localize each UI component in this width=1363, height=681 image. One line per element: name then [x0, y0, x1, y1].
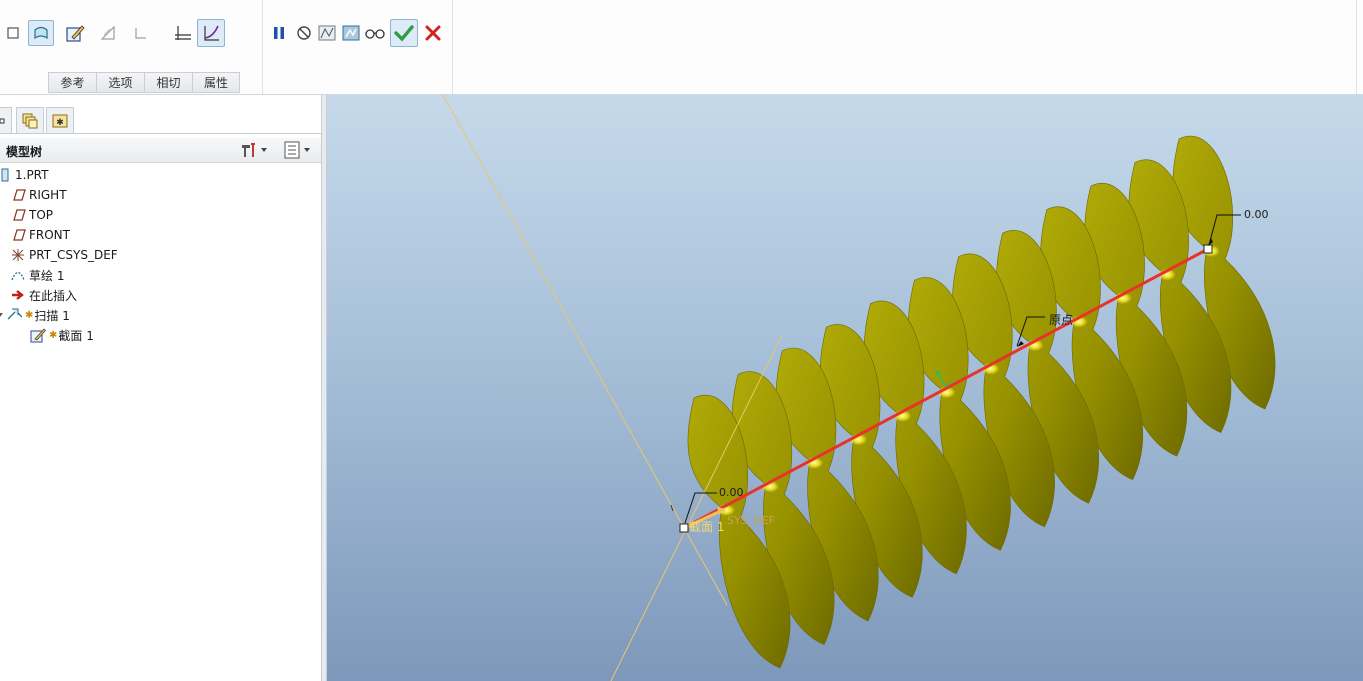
tree-view-button[interactable]	[283, 141, 313, 159]
favorites-icon: ✱	[52, 114, 68, 128]
verify-icon	[342, 25, 360, 41]
csys-label: SYS_DEF	[727, 514, 775, 527]
tree-item-part[interactable]: 1.PRT	[0, 165, 48, 185]
tree-settings-button[interactable]	[240, 141, 268, 159]
start-dimension-value[interactable]: 0.00	[719, 486, 744, 499]
tree-item-label: TOP	[29, 208, 54, 222]
tree-item-label: 草绘 1	[29, 268, 65, 283]
ribbon-group-controls	[262, 0, 453, 94]
ribbon: 参考 选项 相切 属性	[0, 0, 1363, 95]
preview-button[interactable]	[314, 20, 340, 46]
tab-favorites[interactable]: ✱	[46, 107, 74, 133]
no-preview-icon	[297, 26, 311, 40]
panel-title: 模型树	[6, 145, 43, 159]
section-label: 截面 1	[689, 520, 725, 534]
cancel-x-icon	[425, 25, 441, 41]
tree-item-label: FRONT	[29, 228, 70, 242]
variable-section-button[interactable]	[197, 19, 225, 47]
graphics-viewport[interactable]: 0.00 0.00 原点 截面 1 SYS_DEF	[327, 95, 1363, 681]
constant-section-icon	[175, 26, 191, 40]
cancel-button[interactable]	[420, 20, 446, 46]
pause-button[interactable]	[266, 20, 292, 46]
ribbon-divider	[1356, 0, 1357, 94]
datum-plane-icon	[10, 187, 26, 203]
new-feature-star-icon: ✱	[25, 309, 34, 321]
tree-item-label: RIGHT	[29, 188, 67, 202]
tree-item-label: 1.PRT	[15, 168, 49, 182]
tree-item-csys[interactable]: PRT_CSYS_DEF	[10, 245, 118, 265]
new-feature-star-icon: ✱	[49, 329, 58, 341]
sketch-icon	[66, 25, 85, 42]
tree-item-top[interactable]: TOP	[10, 205, 53, 225]
create-sketch-button[interactable]	[62, 20, 88, 46]
model-tree-header: 模型树	[0, 138, 322, 163]
tree-item-right[interactable]: RIGHT	[10, 185, 67, 205]
tree-item-front[interactable]: FRONT	[10, 225, 70, 245]
tree-tab-icon	[0, 118, 5, 123]
tree-item-label: PRT_CSYS_DEF	[29, 248, 118, 262]
tools-icon	[242, 143, 255, 157]
coordinate-system-icon	[10, 247, 26, 263]
preview-icon	[318, 25, 336, 41]
tab-tangency[interactable]: 相切	[144, 72, 192, 93]
solid-button[interactable]	[0, 20, 26, 46]
tree-item-sketch[interactable]: 草绘 1	[10, 265, 64, 285]
tree-item-label: 截面 1	[58, 328, 94, 343]
list-view-icon	[284, 141, 300, 159]
glasses-icon	[365, 29, 385, 39]
origin-label: 原点	[1049, 313, 1074, 327]
chevron-down-icon	[261, 148, 267, 152]
datum-plane-icon	[10, 207, 26, 223]
constant-section-button[interactable]	[170, 20, 196, 46]
tab-properties[interactable]: 属性	[192, 72, 240, 93]
thicken-button[interactable]	[128, 20, 154, 46]
sweep-icon	[6, 307, 22, 323]
datum-plane-icon	[10, 227, 26, 243]
chevron-down-icon	[304, 148, 310, 152]
tab-options[interactable]: 选项	[96, 72, 144, 93]
part-icon	[0, 167, 12, 183]
glasses-button[interactable]	[362, 20, 388, 46]
surface-icon	[34, 26, 48, 40]
ribbon-tabs: 参考 选项 相切 属性	[48, 72, 240, 93]
tree-item-label: 扫描 1	[34, 308, 70, 323]
end-point-handle[interactable]	[1203, 244, 1213, 254]
start-point-handle[interactable]	[679, 523, 689, 533]
svg-text:✱: ✱	[56, 118, 64, 128]
ribbon-group-sweep-type: 参考 选项 相切 属性	[0, 0, 263, 94]
solid-icon	[7, 27, 19, 39]
direction-marker-dot	[936, 371, 940, 375]
folder-browser-icon	[22, 113, 38, 128]
surface-button[interactable]	[28, 20, 54, 46]
variable-section-icon	[204, 25, 219, 41]
tree-item-insert-here[interactable]: 在此插入	[10, 285, 77, 305]
arrow-right-icon	[10, 287, 26, 303]
pause-icon	[274, 27, 284, 39]
tree-item-label: 在此插入	[29, 288, 78, 303]
model-tree-panel: ✱ 模型树 1.PRT RIGHT TOP FRONT PRT_CSYS_DEF…	[0, 95, 322, 681]
verify-button[interactable]	[338, 20, 364, 46]
section-sketch-icon	[30, 327, 46, 343]
sweep-model-graphic	[442, 95, 1276, 681]
sketch-curve-icon	[10, 267, 26, 283]
tree-item-sweep[interactable]: ✱ 扫描 1	[0, 305, 70, 325]
thicken-icon	[135, 28, 146, 39]
sweep-surface[interactable]	[687, 136, 1276, 669]
tree-item-section[interactable]: ✱ 截面 1	[30, 325, 94, 345]
remove-material-button[interactable]	[95, 20, 121, 46]
tab-folder-browser[interactable]	[16, 107, 44, 133]
ok-button[interactable]	[390, 19, 418, 47]
end-dimension-value[interactable]: 0.00	[1244, 208, 1269, 221]
remove-material-icon	[100, 25, 115, 40]
tab-references[interactable]: 参考	[48, 72, 96, 93]
panel-tabs: ✱	[0, 107, 322, 134]
checkmark-icon	[394, 25, 414, 42]
tab-model-tree[interactable]	[0, 107, 12, 133]
